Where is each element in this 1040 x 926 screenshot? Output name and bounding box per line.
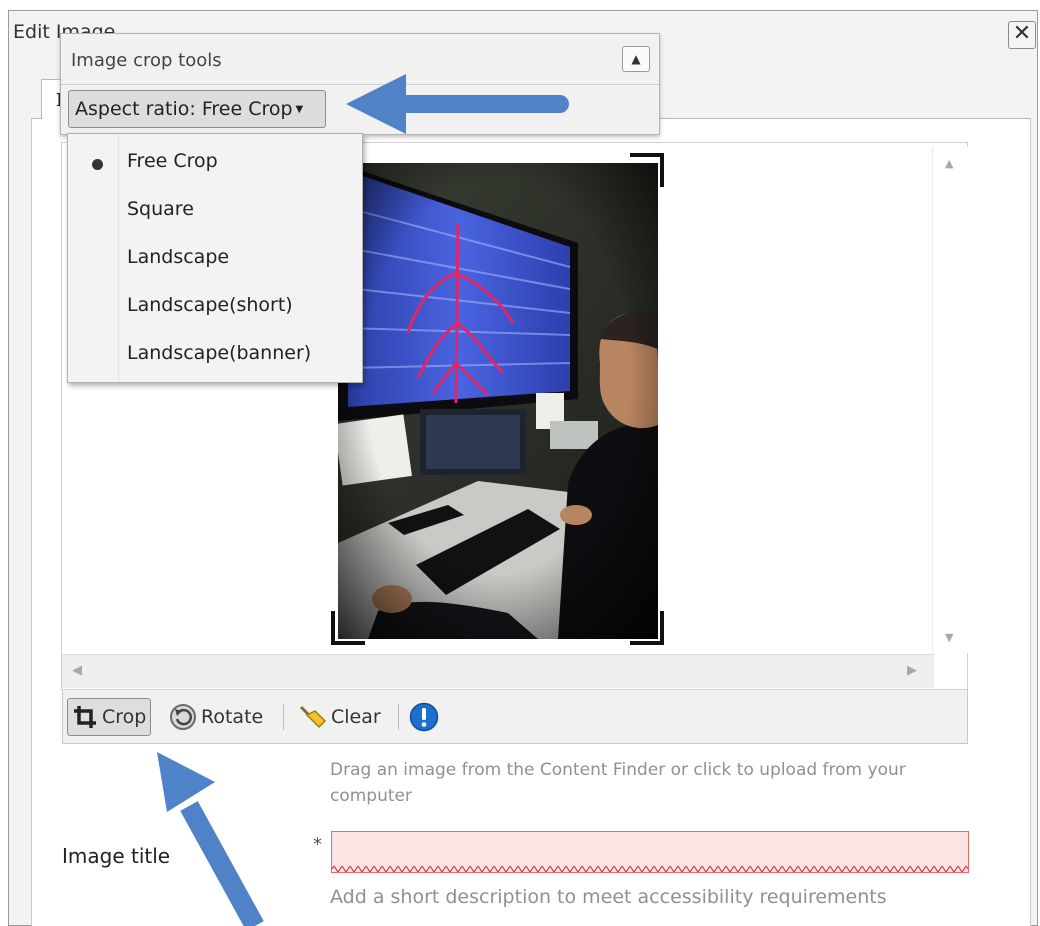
menu-item-landscape-short[interactable]: Landscape(short) (68, 284, 362, 328)
menu-item-label: Landscape(short) (127, 294, 293, 316)
crop-icon (74, 706, 96, 728)
menu-item-landscape[interactable]: Landscape (68, 236, 362, 280)
horizontal-scrollbar[interactable]: ◀ ▶ (62, 654, 934, 688)
clear-button[interactable]: Clear (297, 698, 381, 736)
info-button[interactable] (409, 698, 439, 736)
crop-handle-bottom-left[interactable] (331, 611, 365, 645)
menu-item-landscape-banner[interactable]: Landscape(banner) (68, 332, 362, 376)
menu-item-label: Square (127, 198, 194, 220)
aspect-ratio-label: Aspect ratio: Free Crop (75, 98, 293, 120)
crop-button-label: Crop (102, 706, 147, 728)
clear-icon (299, 705, 327, 729)
crop-handle-top-right[interactable] (630, 153, 664, 187)
upload-hint: Drag an image from the Content Finder or… (330, 760, 906, 806)
menu-item-label: Free Crop (127, 150, 218, 172)
image-preview[interactable] (338, 163, 658, 639)
rotate-button-label: Rotate (201, 706, 264, 728)
vertical-scrollbar[interactable]: ▲ ▼ (932, 147, 968, 653)
crop-button[interactable]: Crop (67, 698, 152, 736)
collapse-button[interactable]: ▲ (622, 46, 650, 72)
menu-item-free-crop[interactable]: Free Crop (68, 140, 362, 184)
spellcheck-underline (332, 866, 968, 872)
chevron-down-icon: ▼ (295, 104, 304, 115)
scroll-left-icon[interactable]: ◀ (72, 663, 82, 678)
annotation-arrow-icon (157, 752, 264, 926)
required-marker: * (313, 834, 322, 855)
scroll-up-icon[interactable]: ▲ (945, 157, 953, 170)
close-button[interactable]: ✕ (1008, 21, 1036, 49)
toolbar-divider (283, 704, 284, 730)
aspect-ratio-menu: Free Crop Square Landscape Landscape(sho… (67, 133, 363, 383)
rotate-icon (170, 704, 196, 730)
image-preview-photo (338, 163, 658, 639)
image-title-hint: Add a short description to meet accessib… (330, 886, 887, 908)
info-icon (409, 702, 439, 732)
aspect-ratio-dropdown[interactable]: Aspect ratio: Free Crop ▼ (68, 90, 326, 128)
scroll-down-icon[interactable]: ▼ (945, 631, 953, 644)
clear-button-label: Clear (331, 706, 381, 728)
menu-item-square[interactable]: Square (68, 188, 362, 232)
crop-handle-bottom-right[interactable] (630, 611, 664, 645)
toolbar-divider (398, 704, 399, 730)
menu-item-label: Landscape (127, 246, 230, 268)
annotation-arrow-icon (346, 74, 569, 134)
rotate-button[interactable]: Rotate (169, 698, 263, 736)
scroll-right-icon[interactable]: ▶ (907, 663, 917, 678)
selected-dot-icon (92, 159, 103, 170)
crop-tools-title: Image crop tools (71, 50, 222, 71)
menu-item-label: Landscape(banner) (127, 342, 312, 364)
